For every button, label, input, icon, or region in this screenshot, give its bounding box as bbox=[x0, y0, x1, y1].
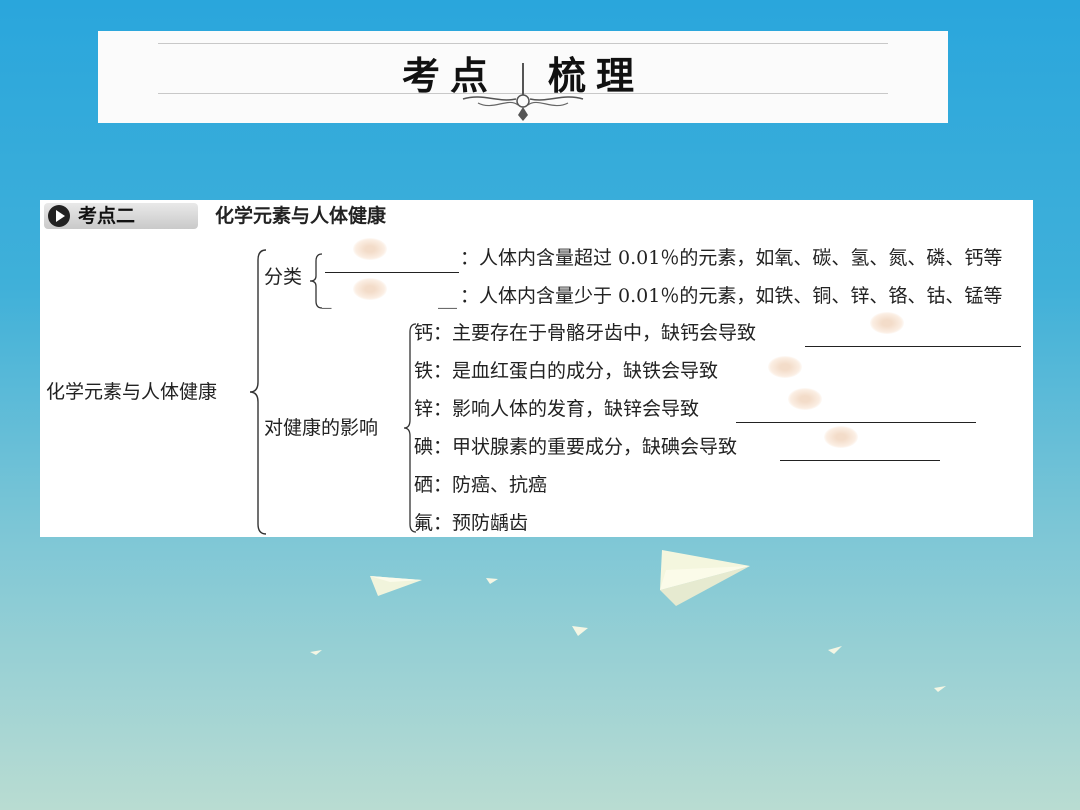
watermark-stamp-icon bbox=[870, 312, 904, 334]
health-item-iodine: 碘：甲状腺素的重要成分，缺碘会导致 bbox=[414, 436, 738, 458]
title-top-rule bbox=[158, 43, 888, 44]
blank-calcium[interactable] bbox=[805, 346, 1021, 347]
root-label: 化学元素与人体健康 bbox=[46, 381, 218, 403]
health-item-calcium: 钙：主要存在于骨骼牙齿中，缺钙会导致 bbox=[414, 322, 757, 344]
paper-plane-icon bbox=[660, 550, 750, 606]
health-item-selenium: 硒：防癌、抗癌 bbox=[414, 474, 548, 496]
blank-trace-suffix[interactable]: __ bbox=[438, 286, 457, 310]
health-label: 对健康的影响 bbox=[264, 417, 379, 439]
health-item-zinc: 锌：影响人体的发育，缺锌会导致 bbox=[414, 398, 700, 420]
paper-plane-small-icon bbox=[370, 576, 422, 596]
health-brace bbox=[403, 323, 417, 533]
watermark-stamp-icon bbox=[788, 388, 822, 410]
classification-label: 分类 bbox=[264, 266, 303, 288]
decoration-triangle-icon bbox=[310, 650, 322, 655]
blank-macro-elements[interactable] bbox=[325, 272, 459, 273]
section-heading: 化学元素与人体健康 bbox=[215, 205, 387, 227]
main-brace bbox=[249, 249, 267, 535]
title-bar: 考点 梳理 bbox=[98, 31, 948, 123]
classification-row2: ：人体内含量少于 0.01％的元素，如铁、铜、锌、铬、钴、锰等 bbox=[460, 285, 1003, 307]
ornament-icon bbox=[462, 94, 584, 121]
play-icon bbox=[48, 205, 70, 227]
health-item-fluorine: 氟：预防龋齿 bbox=[414, 512, 529, 534]
blank-iodine[interactable] bbox=[780, 460, 940, 461]
watermark-stamp-icon bbox=[768, 356, 802, 378]
watermark-stamp-icon bbox=[824, 426, 858, 448]
decoration-triangle-icon bbox=[572, 626, 588, 636]
blank-zinc[interactable] bbox=[736, 422, 976, 423]
decoration-triangle-icon bbox=[934, 686, 946, 692]
section-badge: 考点二 bbox=[44, 203, 198, 229]
blank-trace-prefix[interactable]: _ bbox=[322, 286, 332, 310]
watermark-stamp-icon bbox=[353, 238, 387, 260]
health-item-iron: 铁：是血红蛋白的成分，缺铁会导致 bbox=[414, 360, 719, 382]
decoration-triangle-icon bbox=[486, 578, 498, 584]
decoration-triangle-icon bbox=[828, 646, 842, 654]
classification-row1: ：人体内含量超过 0.01％的元素，如氧、碳、氢、氮、磷、钙等 bbox=[460, 247, 1003, 269]
watermark-stamp-icon bbox=[353, 278, 387, 300]
content-panel: 考点二 化学元素与人体健康 化学元素与人体健康 分类 ：人体内含量超过 0.01… bbox=[40, 200, 1033, 537]
